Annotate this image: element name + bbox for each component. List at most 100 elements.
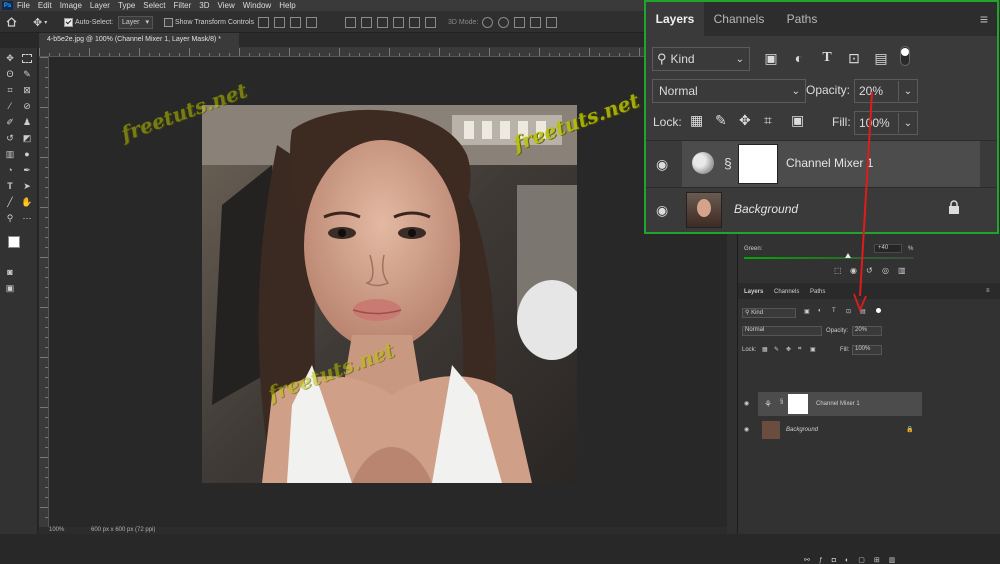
lock-image-icon[interactable]: ✎ (774, 346, 779, 353)
zoom-level[interactable]: 100% (49, 527, 64, 533)
eye-icon[interactable]: ◉ (656, 156, 668, 173)
quick-select-tool-icon[interactable]: ✎ (21, 68, 33, 80)
lock-artboard-icon[interactable]: ⌗ (798, 346, 801, 353)
lock-all-icon[interactable]: ▣ (810, 346, 816, 353)
menu-view[interactable]: View (218, 1, 235, 10)
document-image[interactable] (202, 105, 577, 483)
lock-artboard-icon[interactable]: ⌗ (764, 112, 772, 129)
layer-name[interactable]: Background (734, 202, 798, 216)
horizontal-ruler[interactable] (39, 47, 727, 57)
3d-rotate-icon[interactable] (482, 17, 493, 28)
blend-mode-dropdown[interactable]: Normal ⌄ (652, 79, 806, 103)
visibility-icon[interactable]: ◎ (882, 266, 889, 275)
3d-slide-icon[interactable] (530, 17, 541, 28)
menu-type[interactable]: Type (118, 1, 135, 10)
layer-row-channel-mixer[interactable]: ◉ § Channel Mixer 1 (646, 141, 997, 187)
blend-mode-dropdown[interactable]: Normal (742, 326, 822, 336)
document-tab[interactable]: 4-b5e2e.jpg @ 100% (Channel Mixer 1, Lay… (39, 33, 239, 47)
lock-transparent-icon[interactable]: ▦ (762, 346, 768, 353)
history-brush-tool-icon[interactable]: ↺ (4, 132, 16, 144)
eye-icon[interactable]: ◉ (744, 426, 749, 433)
link-icon[interactable]: § (780, 399, 783, 405)
distribute-bottom-icon[interactable] (377, 17, 388, 28)
menu-help[interactable]: Help (279, 1, 295, 10)
layer-mask-thumbnail[interactable] (738, 144, 778, 184)
filter-pixel-icon[interactable]: ▣ (762, 49, 780, 67)
kind-filter-dropdown[interactable]: ⚲ Kind (742, 308, 796, 318)
tab-channels[interactable]: Channels (774, 289, 799, 295)
show-transform-checkbox[interactable]: Show Transform Controls (164, 15, 254, 29)
menu-layer[interactable]: Layer (90, 1, 110, 10)
gradient-tool-icon[interactable]: ▥ (4, 148, 16, 160)
menu-edit[interactable]: Edit (38, 1, 52, 10)
panel-menu-icon[interactable]: ≡ (986, 288, 990, 294)
align-left-icon[interactable] (258, 17, 269, 28)
filter-type-icon[interactable]: T (832, 308, 836, 314)
lock-all-icon[interactable]: ▣ (791, 112, 804, 129)
auto-select-dropdown[interactable]: Layer ▾ (118, 15, 154, 29)
home-icon[interactable] (6, 15, 17, 29)
lock-transparent-icon[interactable]: ▦ (690, 112, 703, 129)
menu-3d[interactable]: 3D (199, 1, 209, 10)
eye-icon[interactable]: ◉ (744, 400, 749, 407)
clone-stamp-tool-icon[interactable]: ♟ (21, 116, 33, 128)
layer-name[interactable]: Channel Mixer 1 (816, 401, 860, 407)
dodge-tool-icon[interactable]: ◔ (4, 164, 16, 176)
3d-roll-icon[interactable] (498, 17, 509, 28)
healing-brush-tool-icon[interactable]: ⊘ (21, 100, 33, 112)
distribute-left-icon[interactable] (393, 17, 404, 28)
layer-row-background[interactable]: ◉ Background (646, 188, 997, 232)
menu-image[interactable]: Image (60, 1, 82, 10)
more-tools-icon[interactable]: ⋯ (21, 212, 33, 224)
move-tool-icon[interactable]: ✥ ▾ (33, 15, 47, 29)
brush-tool-icon[interactable]: ✐ (4, 116, 16, 128)
link-icon[interactable]: § (724, 155, 732, 171)
lasso-tool-icon[interactable]: ʘ (4, 68, 16, 80)
path-selection-tool-icon[interactable]: ➤ (21, 180, 33, 192)
menu-file[interactable]: File (17, 1, 30, 10)
filter-toggle[interactable] (900, 46, 910, 66)
filter-shape-icon[interactable]: ⊡ (845, 49, 863, 67)
auto-select-checkbox[interactable]: Auto-Select: (64, 15, 113, 29)
line-tool-icon[interactable]: ╱ (4, 196, 16, 208)
trash-icon[interactable]: ▥ (898, 266, 906, 275)
type-tool-icon[interactable]: T (4, 180, 16, 192)
clip-to-layer-icon[interactable]: ⬚ (834, 266, 842, 275)
zoom-tool-icon[interactable]: ⚲ (4, 212, 16, 224)
panel-menu-icon[interactable]: ≡ (974, 2, 994, 36)
quick-mask-icon[interactable]: ◙ (4, 266, 16, 278)
filter-adjustment-icon[interactable]: ◐ (790, 49, 808, 67)
align-top-icon[interactable] (306, 17, 317, 28)
layer-row-channel-mixer[interactable]: ◉ ⚘ § Channel Mixer 1 (744, 392, 922, 416)
frame-tool-icon[interactable]: ⊠ (21, 84, 33, 96)
pen-tool-icon[interactable]: ✒ (21, 164, 33, 176)
lock-image-icon[interactable]: ✎ (715, 112, 727, 129)
distribute-top-icon[interactable] (345, 17, 356, 28)
align-right-icon[interactable] (290, 17, 301, 28)
blur-tool-icon[interactable]: ● (21, 148, 33, 160)
tab-layers[interactable]: Layers (646, 2, 704, 36)
3d-pan-icon[interactable] (514, 17, 525, 28)
marquee-tool-icon[interactable] (21, 52, 33, 64)
3d-scale-icon[interactable] (546, 17, 557, 28)
screen-mode-icon[interactable]: ▣ (4, 282, 16, 294)
align-center-icon[interactable] (274, 17, 285, 28)
distribute-middle-icon[interactable] (361, 17, 372, 28)
crop-tool-icon[interactable]: ⌗ (4, 84, 16, 96)
hand-tool-icon[interactable]: ✋ (21, 196, 33, 208)
menu-filter[interactable]: Filter (174, 1, 192, 10)
layer-row-background[interactable]: ◉ Background 🔒 (744, 418, 922, 442)
tab-channels[interactable]: Channels (704, 2, 774, 36)
eye-icon[interactable]: ◉ (656, 202, 668, 219)
move-tool-icon[interactable]: ✥ (4, 52, 16, 64)
layer-footer-icons[interactable]: ⚯ƒ◘◐▢⊞▥ (804, 556, 904, 564)
filter-adjustment-icon[interactable]: ◐ (818, 308, 822, 314)
distribute-right-icon[interactable] (425, 17, 436, 28)
filter-type-icon[interactable]: T (818, 49, 836, 67)
layer-mask-thumbnail[interactable] (788, 394, 808, 414)
foreground-color-swatch[interactable] (8, 236, 20, 248)
opacity-field[interactable]: 20% (852, 326, 882, 336)
filter-pixel-icon[interactable]: ▣ (804, 308, 810, 315)
distribute-center-icon[interactable] (409, 17, 420, 28)
eraser-tool-icon[interactable]: ◩ (21, 132, 33, 144)
